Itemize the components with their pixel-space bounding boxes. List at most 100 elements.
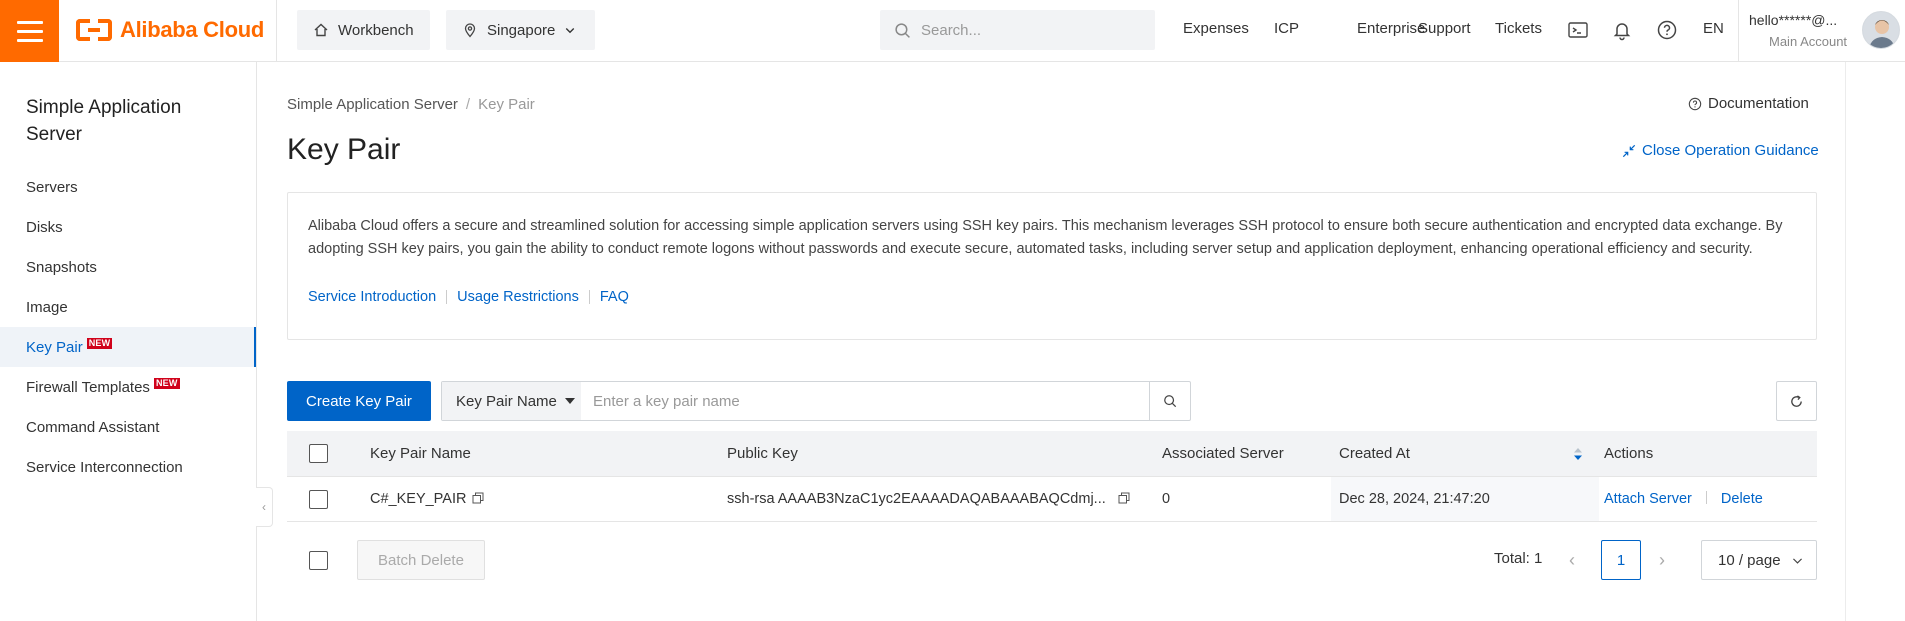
sidebar-item-key-pair[interactable]: Key Pair NEW	[0, 327, 256, 367]
intro-panel: Alibaba Cloud offers a secure and stream…	[287, 192, 1817, 340]
nav-tickets[interactable]: Tickets	[1495, 20, 1542, 37]
page-number-button[interactable]: 1	[1601, 540, 1641, 580]
sidebar-item-command-assistant[interactable]: Command Assistant	[0, 407, 256, 447]
row-checkbox[interactable]	[309, 490, 328, 509]
collapse-arrows-icon	[1622, 144, 1636, 157]
sidebar-item-disks[interactable]: Disks	[0, 207, 256, 247]
column-header-created-at: Created At	[1339, 445, 1410, 462]
attach-server-link[interactable]: Attach Server	[1604, 491, 1692, 507]
close-guidance-label: Close Operation Guidance	[1642, 142, 1819, 159]
home-icon	[314, 23, 328, 37]
divider	[1705, 491, 1707, 504]
actions-cell: Attach Server Delete	[1604, 491, 1763, 507]
close-guidance-link[interactable]: Close Operation Guidance	[1622, 142, 1819, 159]
bell-icon[interactable]	[1611, 19, 1633, 41]
column-header-key-pair-name: Key Pair Name	[370, 445, 471, 462]
create-key-pair-button[interactable]: Create Key Pair	[287, 381, 431, 421]
chevron-left-icon: ‹	[1569, 549, 1575, 570]
column-header-associated-server: Associated Server	[1162, 445, 1284, 462]
help-circle-icon	[1688, 97, 1702, 110]
breadcrumb-separator: /	[465, 96, 471, 113]
region-label: Singapore	[487, 21, 556, 39]
nav-icp[interactable]: ICP	[1274, 20, 1299, 37]
brand-name: Alibaba Cloud	[120, 17, 264, 42]
filter-field-label: Key Pair Name	[456, 392, 557, 410]
select-all-checkbox[interactable]	[309, 444, 328, 463]
language-switch[interactable]: EN	[1703, 20, 1724, 37]
chevron-left-icon: ‹	[262, 500, 266, 514]
search-button[interactable]	[1149, 382, 1190, 420]
nav-enterprise[interactable]: Enterprise	[1357, 20, 1425, 37]
workbench-label: Workbench	[338, 21, 414, 39]
terminal-icon[interactable]	[1567, 19, 1589, 41]
column-header-public-key: Public Key	[727, 445, 798, 462]
select-all-footer-checkbox[interactable]	[309, 551, 328, 570]
total-count: Total: 1	[1494, 550, 1543, 567]
chevron-right-icon: ›	[1659, 549, 1665, 570]
sidebar-item-firewall-templates[interactable]: Firewall Templates NEW	[0, 367, 256, 407]
intro-links: Service Introduction Usage Restrictions …	[308, 289, 629, 305]
breadcrumb-parent[interactable]: Simple Application Server	[287, 96, 458, 113]
top-bar: Alibaba Cloud Workbench Singapore Search…	[0, 0, 1905, 62]
avatar[interactable]	[1862, 11, 1900, 49]
copy-icon[interactable]	[472, 492, 484, 504]
key-pair-name: C#_KEY_PAIR	[370, 491, 467, 507]
search-icon	[1164, 395, 1177, 408]
workbench-button[interactable]: Workbench	[297, 10, 430, 50]
documentation-label: Documentation	[1708, 95, 1809, 112]
sidebar-collapse-handle[interactable]: ‹	[256, 487, 273, 527]
divider	[588, 290, 590, 304]
location-pin-icon	[464, 23, 476, 38]
caret-down-icon	[564, 398, 575, 404]
nav-support[interactable]: Support	[1418, 20, 1471, 37]
account-name: hello******@...	[1749, 12, 1838, 28]
sidebar-item-snapshots[interactable]: Snapshots	[0, 247, 256, 287]
breadcrumb: Simple Application Server / Key Pair	[287, 96, 535, 113]
sidebar-item-label: Snapshots	[26, 258, 97, 276]
help-icon[interactable]	[1656, 19, 1678, 41]
refresh-button[interactable]	[1776, 381, 1817, 421]
created-at-cell: Dec 28, 2024, 21:47:20	[1339, 491, 1490, 507]
new-badge: NEW	[86, 337, 113, 349]
usage-restrictions-link[interactable]: Usage Restrictions	[457, 289, 579, 305]
next-page-button[interactable]: ›	[1650, 548, 1674, 572]
table-row: C#_KEY_PAIR ssh-rsa AAAAB3NzaC1yc2EAAAAD…	[287, 477, 1817, 522]
copy-icon[interactable]	[1118, 492, 1130, 504]
sidebar-item-label: Firewall Templates	[26, 378, 150, 396]
documentation-link[interactable]: Documentation	[1688, 95, 1809, 112]
service-introduction-link[interactable]: Service Introduction	[308, 289, 436, 305]
nav-expenses[interactable]: Expenses	[1183, 20, 1249, 37]
filter-field-select[interactable]: Key Pair Name	[442, 382, 581, 420]
account-role: Main Account	[1769, 34, 1848, 49]
delete-link[interactable]: Delete	[1721, 491, 1763, 507]
batch-delete-button: Batch Delete	[357, 540, 485, 580]
region-selector[interactable]: Singapore	[446, 10, 595, 50]
menu-icon[interactable]	[0, 0, 59, 62]
refresh-icon	[1791, 394, 1802, 407]
intro-text: Alibaba Cloud offers a secure and stream…	[308, 218, 1783, 257]
divider	[1845, 62, 1846, 621]
search-icon	[895, 22, 910, 38]
sidebar-item-servers[interactable]: Servers	[0, 167, 256, 207]
sidebar-item-image[interactable]: Image	[0, 287, 256, 327]
page-size-select[interactable]: 10 / page	[1701, 540, 1817, 580]
public-key: ssh-rsa AAAAB3NzaC1yc2EAAAADAQABAAABAQCd…	[727, 491, 1106, 507]
global-search-input[interactable]: Search...	[880, 10, 1155, 50]
sidebar-title: Simple Application Server	[26, 97, 182, 145]
faq-link[interactable]: FAQ	[600, 289, 629, 305]
breadcrumb-current: Key Pair	[478, 96, 535, 113]
sidebar-item-label: Servers	[26, 178, 78, 196]
sidebar: Simple Application Server Servers Disks …	[0, 62, 257, 621]
account-menu[interactable]: hello******@... Main Account	[1738, 0, 1905, 62]
divider	[446, 290, 448, 304]
sidebar-item-service-interconnection[interactable]: Service Interconnection	[0, 447, 256, 487]
key-pair-filter: Key Pair Name Enter a key pair name	[441, 381, 1191, 421]
search-placeholder: Search...	[921, 21, 982, 39]
key-pair-name-input[interactable]: Enter a key pair name	[581, 382, 1149, 420]
previous-page-button[interactable]: ‹	[1560, 548, 1584, 572]
sidebar-item-label: Image	[26, 298, 68, 316]
chevron-down-icon	[566, 28, 575, 34]
sort-icon[interactable]	[1573, 446, 1583, 462]
key-pair-name-cell: C#_KEY_PAIR	[370, 491, 484, 507]
brand-logo[interactable]: Alibaba Cloud	[76, 17, 264, 43]
